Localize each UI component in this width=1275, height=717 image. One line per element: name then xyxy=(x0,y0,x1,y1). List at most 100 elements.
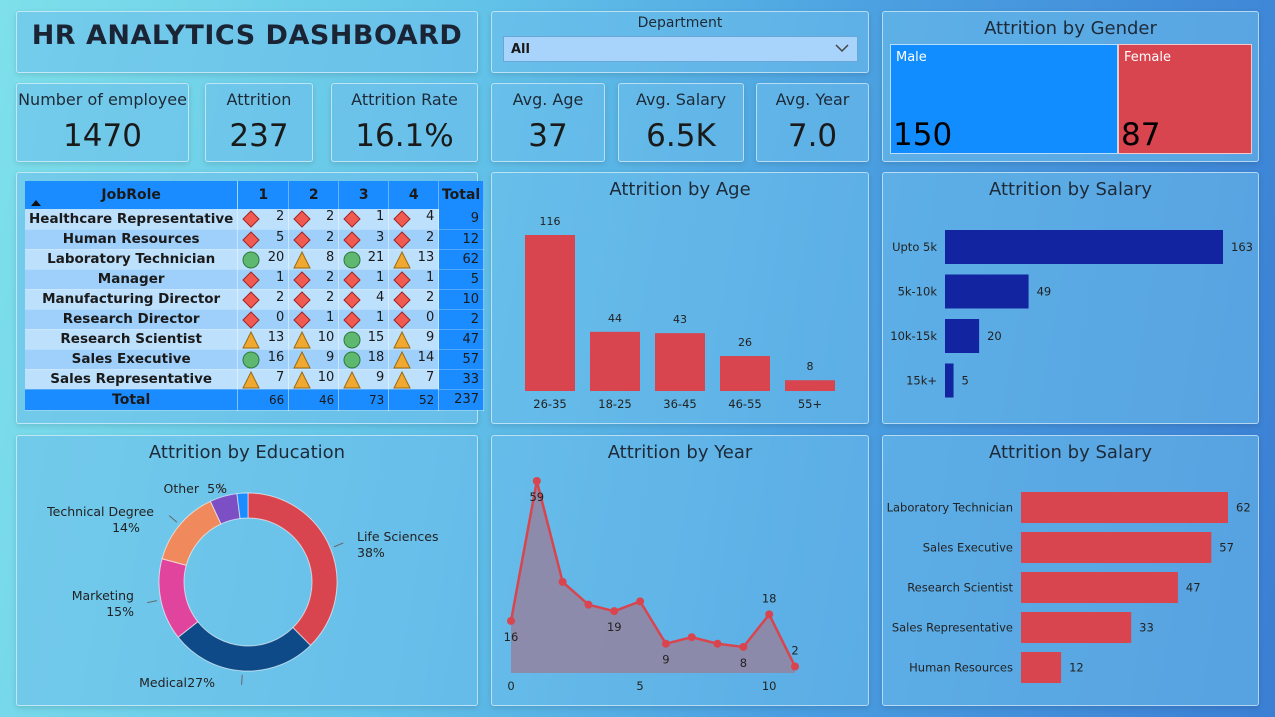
age-category-label: 18-25 xyxy=(598,397,631,411)
salary-bar-value: 20 xyxy=(987,329,1002,343)
cell-value: 4 xyxy=(425,209,435,225)
column-total-cell: 46 xyxy=(288,389,340,411)
year-point xyxy=(532,477,541,485)
jobrole-category-label: Research Scientist xyxy=(907,581,1013,595)
value-cell: 1 xyxy=(388,269,440,290)
header-col-3[interactable]: 3 xyxy=(338,181,390,209)
gender-title: Attrition by Gender xyxy=(984,18,1157,39)
cell-value: 9 xyxy=(425,329,435,345)
year-point xyxy=(713,639,722,648)
diamond-indicator-icon xyxy=(293,210,311,228)
triangle-indicator-icon xyxy=(293,370,312,389)
year-point xyxy=(791,662,799,671)
dropdown-value: All xyxy=(511,42,530,57)
triangle-indicator-icon xyxy=(393,350,412,369)
treemap-female-value: 87 xyxy=(1121,117,1161,153)
kpi-value: 1470 xyxy=(63,118,142,154)
diamond-shape xyxy=(343,290,361,309)
header-col-4[interactable]: 4 xyxy=(388,181,440,209)
table-row[interactable]: Sales Executive 16 9 18 14 57 xyxy=(25,349,484,370)
attrition-by-education-panel: Attrition by Education Life Sciences 38% M… xyxy=(16,435,478,706)
year-point-label: 2 xyxy=(791,643,798,657)
age-category-label: 46-55 xyxy=(728,397,761,411)
triangle-shape xyxy=(242,330,261,348)
salary-bar xyxy=(945,274,1029,309)
circle-shape xyxy=(343,251,361,268)
diamond-shape xyxy=(293,230,311,249)
header-jobrole[interactable]: JobRole xyxy=(25,181,239,209)
year-point xyxy=(636,597,645,606)
value-cell: 9 xyxy=(288,349,340,370)
cell-value: 15 xyxy=(367,329,385,345)
circle-shape xyxy=(242,251,260,268)
header-col-2[interactable]: 2 xyxy=(288,181,340,209)
salary-bar xyxy=(945,363,954,398)
cell-value: 16 xyxy=(267,349,285,365)
diamond-shape xyxy=(393,230,411,249)
diamond-indicator-icon xyxy=(393,310,411,329)
treemap-male[interactable]: Male 150 xyxy=(890,44,1118,154)
table-row[interactable]: Research Director 0 1 1 0 2 xyxy=(25,309,484,330)
diamond-indicator-icon xyxy=(393,230,411,249)
dashboard-title: HR ANALYTICS DASHBOARD xyxy=(31,20,463,51)
diamond-shape xyxy=(242,290,261,309)
circle-shape xyxy=(242,351,260,368)
year-point xyxy=(507,616,515,625)
jobrole-bar-value: 47 xyxy=(1186,581,1201,595)
table-row[interactable]: Manufacturing Director 2 2 4 2 10 xyxy=(25,289,484,310)
jobrole-bar xyxy=(1021,612,1132,643)
kpi-value: 237 xyxy=(229,118,289,154)
attrition-by-gender-panel: Attrition by Gender Male 150 Female 87 xyxy=(882,11,1259,162)
treemap-female[interactable]: Female 87 xyxy=(1118,44,1252,154)
table-row[interactable]: Research Scientist 13 10 15 9 47 xyxy=(25,329,484,350)
education-slice-label: Medical xyxy=(139,675,187,690)
table-row[interactable]: Sales Representative 7 10 9 7 33 xyxy=(25,369,484,390)
triangle-shape xyxy=(343,370,362,388)
education-donut-chart: Life Sciences38% Medical 27% Marketing15% Te… xyxy=(46,481,438,690)
value-cell: 1 xyxy=(338,309,390,330)
salary-bar xyxy=(945,230,1223,264)
table-row[interactable]: Healthcare Representative 2 2 1 4 9 xyxy=(25,209,484,230)
table-row[interactable]: Human Resources 5 2 3 2 12 xyxy=(25,229,484,250)
age-category-label: 26-35 xyxy=(533,397,566,411)
header-col-1[interactable]: 1 xyxy=(237,181,290,209)
table-row[interactable]: Manager 1 2 1 1 5 xyxy=(25,269,484,290)
year-point-label: 59 xyxy=(529,490,544,504)
education-leader-line xyxy=(146,600,157,604)
jobrole-bar xyxy=(1021,572,1178,603)
salary-category-label: 10k-15k xyxy=(890,329,937,343)
year-point xyxy=(739,642,748,651)
triangle-indicator-icon xyxy=(293,330,312,349)
kpi-label: Number of employee xyxy=(18,90,187,109)
education-slice-percent: 14% xyxy=(112,520,140,535)
triangle-shape xyxy=(293,350,312,368)
cell-value: 8 xyxy=(325,249,335,265)
table-row[interactable]: Laboratory Technician 20 8 21 13 62 xyxy=(25,249,484,270)
cell-value: 2 xyxy=(275,289,285,305)
kpi-value: 16.1% xyxy=(355,118,454,154)
age-bar-chart: 116 26-35 44 18-25 43 36-45 26 46-55 8 55+ xyxy=(525,215,835,411)
sort-ascending-icon xyxy=(31,200,41,206)
cell-value: 21 xyxy=(367,249,385,265)
year-point xyxy=(765,610,774,619)
header-total[interactable]: Total xyxy=(438,181,484,209)
cell-value: 7 xyxy=(425,369,435,385)
value-cell: 16 xyxy=(237,349,290,370)
jobrole-matrix-panel: JobRole 1 2 3 4 Total Healthcare Represe… xyxy=(16,172,484,424)
value-cell: 13 xyxy=(237,329,290,350)
kpi-card-avg-age: Avg. Age 37 xyxy=(491,83,605,162)
circle-shape xyxy=(343,351,361,368)
diamond-indicator-icon xyxy=(242,230,261,249)
value-cell: 1 xyxy=(288,309,340,330)
value-cell: 14 xyxy=(388,349,440,370)
diamond-shape xyxy=(343,230,361,249)
diamond-shape xyxy=(293,310,311,329)
department-dropdown[interactable]: All xyxy=(503,36,858,62)
cell-value: 20 xyxy=(267,249,285,265)
salary-category-label: 15k+ xyxy=(906,374,937,388)
cell-value: 1 xyxy=(275,269,285,285)
diamond-shape xyxy=(343,270,361,289)
cell-value: 0 xyxy=(425,309,435,325)
column-total-cell: 73 xyxy=(338,389,390,411)
education-slice xyxy=(177,620,312,672)
